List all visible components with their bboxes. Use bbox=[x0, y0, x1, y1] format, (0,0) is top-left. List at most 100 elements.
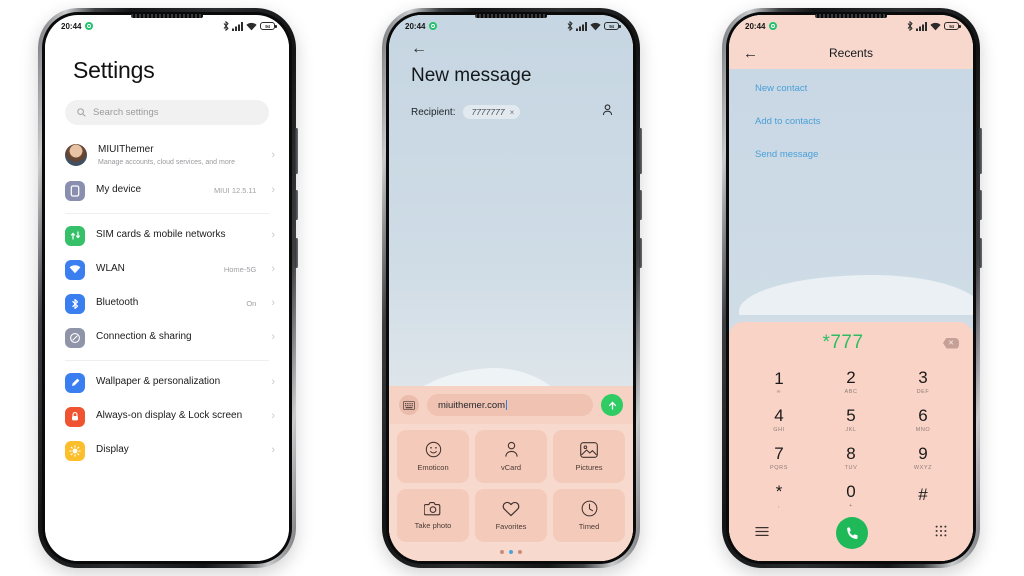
attachment-favorites[interactable]: Favorites bbox=[475, 489, 547, 542]
sim-icon bbox=[65, 225, 85, 246]
keyboard-icon[interactable] bbox=[399, 395, 419, 415]
page-dot-active[interactable] bbox=[509, 550, 513, 554]
page-dot[interactable] bbox=[500, 550, 504, 554]
attachment-emoticon[interactable]: Emoticon bbox=[397, 430, 469, 483]
bluetooth-icon bbox=[567, 21, 573, 31]
item-text: Connection & sharing bbox=[96, 331, 245, 344]
account-row[interactable]: MIUIThemer Manage accounts, cloud servic… bbox=[45, 137, 289, 174]
sidebar-item-always-on-display[interactable]: Always-on display & Lock screen › bbox=[45, 400, 289, 434]
earpiece-speaker bbox=[815, 14, 887, 18]
action-new-contact[interactable]: New contact bbox=[755, 83, 973, 94]
recipient-chip[interactable]: 7777777 × bbox=[463, 105, 521, 119]
key-6[interactable]: 6 MNO bbox=[887, 402, 959, 438]
sidebar-item-label: My device bbox=[96, 184, 142, 196]
attachment-label: Timed bbox=[578, 522, 600, 531]
key-3[interactable]: 3 DEF bbox=[887, 364, 959, 400]
key-hash[interactable]: # bbox=[887, 478, 959, 514]
backspace-icon[interactable]: ✕ bbox=[943, 337, 959, 349]
page-indicator bbox=[389, 546, 633, 561]
key-8[interactable]: 8 TUV bbox=[815, 440, 887, 476]
key-star[interactable]: * , bbox=[743, 478, 815, 514]
heart-icon bbox=[502, 501, 520, 516]
sidebar-item-wallpaper[interactable]: Wallpaper & personalization › bbox=[45, 366, 289, 400]
screen-dialer: 20:44 94 ← Recents New contact Add to co… bbox=[729, 15, 973, 561]
dialpad-icon[interactable] bbox=[935, 524, 947, 542]
send-button[interactable] bbox=[601, 394, 623, 416]
status-bar-left: 20:44 bbox=[61, 21, 94, 31]
divider bbox=[65, 212, 269, 214]
sidebar-item-value: On bbox=[246, 299, 257, 309]
battery-icon: 94 bbox=[604, 22, 621, 30]
status-bar: 20:44 94 bbox=[729, 15, 973, 37]
key-9[interactable]: 9 WXYZ bbox=[887, 440, 959, 476]
sidebar-item-my-device[interactable]: My device MIUI 12.5.11 › bbox=[45, 174, 289, 208]
attachment-vcard[interactable]: vCard bbox=[475, 430, 547, 483]
image-icon bbox=[580, 441, 598, 458]
back-arrow-icon[interactable]: ← bbox=[389, 37, 633, 57]
key-sublabel: GHI bbox=[773, 427, 785, 433]
power-button[interactable] bbox=[639, 190, 642, 220]
key-0[interactable]: 0 + bbox=[815, 478, 887, 514]
earpiece-speaker bbox=[475, 14, 547, 18]
attachment-timed[interactable]: Timed bbox=[553, 489, 625, 542]
key-sublabel: PQRS bbox=[770, 465, 788, 471]
power-button[interactable] bbox=[295, 190, 298, 220]
status-time: 20:44 bbox=[61, 21, 82, 31]
chevron-right-icon: › bbox=[271, 263, 275, 276]
key-digit: # bbox=[918, 485, 928, 504]
page-title: New message bbox=[411, 65, 532, 86]
item-text: Always-on display & Lock screen bbox=[96, 410, 245, 423]
sidebar-item-sim[interactable]: SIM cards & mobile networks › bbox=[45, 219, 289, 253]
attachment-take-photo[interactable]: Take photo bbox=[397, 489, 469, 542]
lock-icon bbox=[65, 406, 85, 427]
notification-dot-icon bbox=[429, 22, 438, 30]
volume-down-button[interactable] bbox=[979, 238, 982, 268]
volume-button[interactable] bbox=[639, 128, 642, 174]
power-button[interactable] bbox=[979, 190, 982, 220]
volume-down-button[interactable] bbox=[295, 238, 298, 268]
chevron-right-icon: › bbox=[271, 297, 275, 310]
key-digit: 3 bbox=[918, 368, 928, 387]
key-digit: 2 bbox=[846, 368, 856, 387]
person-icon[interactable] bbox=[602, 103, 613, 121]
key-sublabel: DEF bbox=[916, 389, 930, 395]
phone-bezel: 20:44 94 ← New message Recipient: 777777… bbox=[386, 12, 636, 564]
key-digit: 8 bbox=[846, 444, 856, 463]
close-icon[interactable]: × bbox=[510, 108, 515, 117]
dialer-header: 20:44 94 ← Recents bbox=[729, 15, 973, 69]
volume-button[interactable] bbox=[979, 128, 982, 174]
sidebar-item-wlan[interactable]: WLAN Home-5G › bbox=[45, 253, 289, 287]
menu-icon[interactable] bbox=[755, 524, 769, 542]
call-button[interactable] bbox=[836, 517, 868, 549]
attachment-pictures[interactable]: Pictures bbox=[553, 430, 625, 483]
message-input[interactable]: miuithemer.com bbox=[427, 394, 593, 416]
key-4[interactable]: 4 GHI bbox=[743, 402, 815, 438]
status-bar: 20:44 94 bbox=[389, 15, 633, 37]
sidebar-item-bluetooth[interactable]: Bluetooth On › bbox=[45, 287, 289, 321]
search-icon bbox=[77, 108, 86, 117]
signal-icon bbox=[916, 21, 927, 31]
key-1[interactable]: 1 ∞ bbox=[743, 364, 815, 400]
attachment-grid: Emoticon vCard Pictures Take photo Favor… bbox=[389, 424, 633, 546]
volume-down-button[interactable] bbox=[639, 238, 642, 268]
volume-button[interactable] bbox=[295, 128, 298, 174]
key-digit: 5 bbox=[846, 406, 856, 425]
status-time: 20:44 bbox=[405, 21, 426, 31]
bluetooth-icon bbox=[65, 293, 85, 314]
dialed-number[interactable]: *777 bbox=[743, 332, 943, 354]
attachment-label: Favorites bbox=[495, 521, 527, 531]
action-send-message[interactable]: Send message bbox=[755, 149, 973, 160]
key-7[interactable]: 7 PQRS bbox=[743, 440, 815, 476]
search-input[interactable]: Search settings bbox=[65, 100, 269, 125]
page-dot[interactable] bbox=[518, 550, 522, 554]
key-5[interactable]: 5 JKL bbox=[815, 402, 887, 438]
key-2[interactable]: 2 ABC bbox=[815, 364, 887, 400]
sidebar-item-connection-sharing[interactable]: Connection & sharing › bbox=[45, 321, 289, 355]
phone-dialer: 20:44 94 ← Recents New contact Add to co… bbox=[722, 8, 982, 568]
sidebar-item-label: Bluetooth bbox=[96, 297, 139, 309]
sidebar-item-label: SIM cards & mobile networks bbox=[96, 229, 226, 241]
notification-dot-icon bbox=[85, 22, 94, 30]
smiley-icon bbox=[425, 441, 441, 458]
action-add-to-contacts[interactable]: Add to contacts bbox=[755, 116, 973, 127]
sidebar-item-display[interactable]: Display › bbox=[45, 434, 289, 468]
